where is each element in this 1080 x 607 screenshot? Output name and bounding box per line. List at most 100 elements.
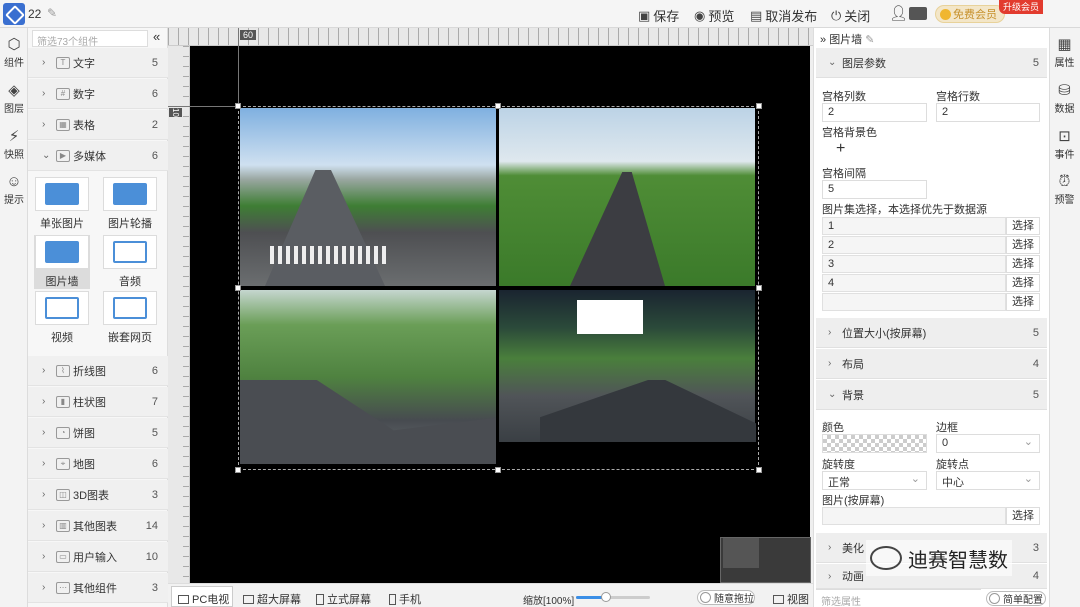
resize-handle[interactable] [495,103,501,109]
choose-button[interactable]: 选择 [1006,236,1040,254]
audio-tile[interactable]: 音频 [102,235,158,289]
resize-handle[interactable] [756,103,762,109]
strip-layers[interactable]: ◈ 图层 [0,82,28,115]
category-other-components[interactable]: › ⋯ 其他组件 3 [28,573,168,603]
category-text[interactable]: › T 文字 5 [28,48,168,78]
color-label: 颜色 [822,422,844,434]
input-icon: ▭ [56,550,70,563]
3d-icon: ◫ [56,488,70,501]
member-badge[interactable]: 免费会员 [935,5,1005,23]
image-icon [45,183,79,205]
section-position-size[interactable]: › 位置大小(按屏幕) 5 [816,318,1047,348]
section-layer-params[interactable]: ⌄ 图层参数 5 [816,48,1047,78]
image-set-item[interactable]: 1 [822,217,1006,235]
image-set-item[interactable]: 2 [822,236,1006,254]
strip-alarm[interactable]: ⏰︎ 预警 [1049,173,1080,206]
tip-icon: ☺︎ [6,173,22,190]
add-color-icon[interactable]: + [836,140,845,158]
tab-large-screen[interactable]: 超大屏幕 [243,591,301,607]
resize-handle[interactable] [235,467,241,473]
choose-button[interactable]: 选择 [1006,255,1040,273]
category-other-charts[interactable]: › ▥ 其他图表 14 [28,511,168,541]
category-line-chart[interactable]: › ⌇ 折线图 6 [28,356,168,386]
color-picker[interactable] [822,434,927,453]
edit-icon[interactable]: ✎ [865,34,874,46]
tab-vertical-screen[interactable]: 立式屏幕 [316,591,371,607]
strip-components[interactable]: ⬡ 组件 [0,36,28,69]
left-ruler[interactable] [168,46,190,583]
border-label: 边框 [936,422,958,434]
category-3d-chart[interactable]: › ◫ 3D图表 3 [28,480,168,510]
minimap-viewport[interactable] [723,538,759,568]
zoom-slider-handle[interactable] [601,592,611,602]
collapse-right-icon[interactable]: » [820,34,826,46]
view-button[interactable]: 视图 [773,591,809,607]
chevron-right-icon: › [42,57,46,68]
image-carousel-tile[interactable]: 图片轮播 [102,177,158,231]
close-button[interactable]: ⏻ 关闭 [831,6,870,25]
strip-data[interactable]: ⛁ 数据 [1049,82,1080,115]
text-icon: T [56,56,70,69]
selection-frame[interactable] [235,103,762,473]
chevron-right-icon: › [42,119,46,130]
resize-handle[interactable] [235,103,241,109]
grid-cols-label: 宫格列数 [822,91,866,103]
resize-handle[interactable] [756,285,762,291]
image-wall-tile[interactable]: 图片墙 [34,235,90,289]
minimap[interactable] [720,537,811,583]
border-select[interactable]: 0 [936,434,1040,453]
grid-rows-input[interactable]: 2 [936,103,1040,122]
upgrade-button[interactable]: 升级会员 [999,0,1043,14]
category-number[interactable]: › # 数字 6 [28,79,168,109]
unpublish-button[interactable]: ▤ 取消发布 [750,6,817,25]
bg-image-field[interactable] [822,507,1006,525]
strip-tips[interactable]: ☺︎ 提示 [0,173,28,206]
strip-properties[interactable]: ▦ 属性 [1049,36,1080,69]
simple-config-toggle[interactable]: 简单配置 [986,591,1046,606]
free-drag-toggle[interactable]: 随意拖拉 [697,590,755,605]
grid-cols-input[interactable]: 2 [822,103,927,122]
edit-title-icon[interactable]: ✎ [47,6,57,20]
user-icon[interactable]: 👤︎ [889,4,908,22]
resize-handle[interactable] [235,285,241,291]
power-icon: ⏻ [831,7,842,23]
avatar[interactable] [909,7,927,20]
category-table[interactable]: › ▦ 表格 2 [28,110,168,140]
section-background[interactable]: ⌄ 背景 5 [816,380,1047,410]
category-bar-chart[interactable]: › ▮ 柱状图 7 [28,387,168,417]
single-image-tile[interactable]: 单张图片 [34,177,90,231]
watermark: 迪赛智慧数 [866,540,1012,576]
top-ruler[interactable] [168,28,813,46]
choose-button[interactable]: 选择 [1006,293,1040,311]
resize-handle[interactable] [756,467,762,473]
strip-snapshot[interactable]: ⚡︎ 快照 [0,128,28,161]
guide-line-vertical[interactable] [238,28,239,108]
resize-handle[interactable] [495,467,501,473]
tab-pc-tv[interactable]: PC电视 [178,591,229,607]
collapse-panel-icon[interactable]: « [153,29,160,44]
grid-gap-input[interactable]: 5 [822,180,927,199]
property-filter-input[interactable]: 筛选属性 [816,589,981,607]
preview-button[interactable]: ◉ 预览 [694,6,734,25]
choose-button[interactable]: 选择 [1006,274,1040,292]
category-pie-chart[interactable]: › ◔ 饼图 5 [28,418,168,448]
section-layout[interactable]: › 布局 4 [816,349,1047,379]
rotation-select[interactable]: 正常 [822,471,927,490]
image-set-item[interactable] [822,293,1006,311]
strip-events[interactable]: ⊡ 事件 [1049,128,1080,161]
media-component-grid: 单张图片 图片轮播 图片墙 音频 视频 嵌套网页 [34,171,162,353]
iframe-tile[interactable]: 嵌套网页 [102,291,158,345]
choose-button[interactable]: 选择 [1006,217,1040,235]
image-set-item[interactable]: 3 [822,255,1006,273]
pivot-select[interactable]: 中心 [936,471,1040,490]
component-search-input[interactable]: 筛选73个组件 [32,30,148,48]
category-user-input[interactable]: › ▭ 用户输入 10 [28,542,168,572]
guide-line-horizontal[interactable] [168,106,240,107]
video-tile[interactable]: 视频 [34,291,90,345]
choose-bg-image-button[interactable]: 选择 [1006,507,1040,525]
category-map[interactable]: › ⌖ 地图 6 [28,449,168,479]
image-set-item[interactable]: 4 [822,274,1006,292]
save-button[interactable]: ▣ 保存 [638,6,679,25]
category-multimedia[interactable]: ⌄ ▶ 多媒体 6 [28,141,168,171]
tab-mobile[interactable]: 手机 [389,591,421,607]
